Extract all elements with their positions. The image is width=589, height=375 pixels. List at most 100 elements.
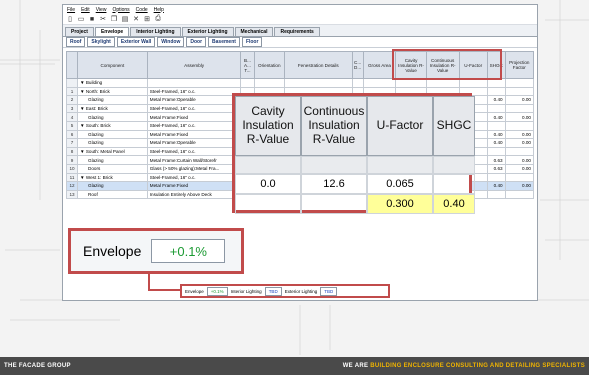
ufactor-cell[interactable] xyxy=(458,78,488,88)
tab-requirements[interactable]: Requirements xyxy=(274,27,320,36)
component-cell[interactable]: Glazing xyxy=(77,181,148,191)
table-row[interactable]: ▼ Building xyxy=(65,78,535,88)
shgc-cell[interactable]: 0.40 xyxy=(486,181,506,191)
assembly-cell[interactable]: Steel-Framed, 16" o.c. xyxy=(146,172,242,183)
floor-button[interactable]: Floor xyxy=(241,37,263,47)
col-header-orientation[interactable]: Orientation xyxy=(253,51,286,79)
component-cell[interactable]: Doors xyxy=(77,163,148,174)
shgc-cell[interactable] xyxy=(486,189,506,200)
menu-code[interactable]: Code xyxy=(136,7,148,13)
shgc-cell[interactable] xyxy=(486,146,506,157)
roof-button[interactable]: Roof xyxy=(66,37,86,47)
copy-icon[interactable]: ❐ xyxy=(110,15,118,23)
paste-icon[interactable]: ▤ xyxy=(121,15,129,23)
tab-envelope[interactable]: Envelope xyxy=(94,27,130,36)
door-button[interactable]: Door xyxy=(186,37,207,47)
shgc-cell[interactable]: 0.40 xyxy=(486,129,506,140)
menu-file[interactable]: File xyxy=(67,7,75,13)
projection-cell[interactable] xyxy=(504,120,535,131)
new-file-icon[interactable]: ▯ xyxy=(66,15,74,23)
projection-cell[interactable] xyxy=(504,189,535,200)
projection-cell[interactable] xyxy=(504,146,535,157)
component-cell[interactable]: ▼ Building xyxy=(77,78,148,88)
menu-view[interactable]: View xyxy=(96,7,107,13)
assembly-cell[interactable]: Steel-Framed, 16" o.c. xyxy=(146,146,242,157)
shgc-cell[interactable] xyxy=(486,120,506,131)
shgc-cell[interactable]: 0.40 xyxy=(486,138,506,148)
component-cell[interactable]: Roof xyxy=(77,189,148,200)
assembly-cell[interactable]: Steel-Framed, 16" o.c. xyxy=(146,120,242,131)
projection-cell[interactable]: 0.00 xyxy=(504,155,535,165)
gross-area-cell[interactable] xyxy=(362,78,397,88)
tab-project[interactable]: Project xyxy=(65,27,94,36)
projection-cell[interactable] xyxy=(504,86,535,97)
projection-cell[interactable]: 0.00 xyxy=(504,181,535,191)
component-cell[interactable]: Glazing xyxy=(77,138,148,148)
col-header-continuous[interactable]: Continuous Insulation R-Value xyxy=(425,51,460,79)
bat-cell[interactable] xyxy=(240,78,255,88)
cut-icon[interactable]: ✂ xyxy=(99,15,107,23)
component-cell[interactable]: ▼ South: Metal Panel xyxy=(77,146,148,157)
assembly-cell[interactable] xyxy=(146,78,242,88)
col-header-fenestration[interactable]: Fenestration Details xyxy=(284,51,353,79)
tab-mechanical[interactable]: Mechanical xyxy=(234,27,274,36)
assembly-cell[interactable]: Metal Frame:Operable xyxy=(146,95,242,105)
tab-interior-lighting[interactable]: Interior Lighting xyxy=(130,27,181,36)
assembly-cell[interactable]: Metal Frame:Fixed xyxy=(146,181,242,191)
assembly-cell[interactable]: Metal Frame:Fixed xyxy=(146,112,242,122)
shgc-cell[interactable] xyxy=(486,172,506,183)
component-cell[interactable]: Glazing xyxy=(77,95,148,105)
col-header-gross-area[interactable]: Gross Area xyxy=(362,51,397,79)
shgc-cell[interactable] xyxy=(486,78,506,88)
delete-icon[interactable]: ✕ xyxy=(132,15,140,23)
tab-exterior-lighting[interactable]: Exterior Lighting xyxy=(181,27,234,36)
assembly-cell[interactable]: Steel-Framed, 16" o.c. xyxy=(146,103,242,114)
assembly-cell[interactable]: Insulation Entirely Above Deck xyxy=(146,189,242,200)
projection-cell[interactable]: 0.00 xyxy=(504,129,535,140)
menu-options[interactable]: Options xyxy=(112,7,129,13)
component-cell[interactable]: ▼ West 1: Brick xyxy=(77,172,148,183)
skylight-button[interactable]: Skylight xyxy=(87,37,115,47)
component-cell[interactable]: Glazing xyxy=(77,129,148,140)
shgc-cell[interactable]: 0.40 xyxy=(486,95,506,105)
projection-cell[interactable]: 0.00 xyxy=(504,138,535,148)
assembly-cell[interactable]: Metal Frame:Operable xyxy=(146,138,242,148)
component-cell[interactable]: ▼ South: Brick xyxy=(77,120,148,131)
basement-button[interactable]: Basement xyxy=(208,37,240,47)
exterior-wall-button[interactable]: Exterior Wall xyxy=(116,37,156,47)
menu-edit[interactable]: Edit xyxy=(81,7,90,13)
menu-help[interactable]: Help xyxy=(154,7,164,13)
assembly-cell[interactable]: Glass (> 50% glazing):Metal Fra... xyxy=(146,163,242,174)
add-row-icon[interactable]: ⊞ xyxy=(143,15,151,23)
component-cell[interactable]: Glazing xyxy=(77,155,148,165)
fenestration-cell[interactable] xyxy=(284,78,353,88)
window-button[interactable]: Window xyxy=(157,37,185,47)
col-header-cavity[interactable]: Cavity Insulation R-Value xyxy=(395,51,427,79)
assembly-cell[interactable]: Metal Frame:Fixed xyxy=(146,129,242,140)
assembly-cell[interactable]: Steel-Framed, 16" o.c. xyxy=(146,86,242,97)
col-header-bat[interactable]: B... A... T... xyxy=(240,51,255,79)
col-header-component[interactable]: Component xyxy=(77,51,148,79)
component-cell[interactable]: Glazing xyxy=(77,112,148,122)
shgc-cell[interactable]: 0.63 xyxy=(486,163,506,174)
col-header-shgc[interactable]: SHGC xyxy=(486,51,506,79)
print-icon[interactable]: ⎙ xyxy=(154,15,162,23)
shgc-cell[interactable] xyxy=(486,86,506,97)
col-header-projection[interactable]: Projection Factor xyxy=(504,51,535,79)
col-header-cd[interactable]: C... D... xyxy=(351,51,364,79)
assembly-cell[interactable]: Metal Frame:Curtain Wall/Storefr xyxy=(146,155,242,165)
projection-cell[interactable]: 0.00 xyxy=(504,163,535,174)
save-icon[interactable]: ■ xyxy=(88,15,96,23)
shgc-cell[interactable] xyxy=(486,103,506,114)
projection-cell[interactable] xyxy=(504,103,535,114)
shgc-cell[interactable]: 0.40 xyxy=(486,112,506,122)
col-header-ufactor[interactable]: U-Factor xyxy=(458,51,488,79)
projection-cell[interactable] xyxy=(504,78,535,88)
projection-cell[interactable] xyxy=(504,172,535,183)
continuous-cell[interactable] xyxy=(425,78,460,88)
shgc-cell[interactable]: 0.63 xyxy=(486,155,506,165)
component-cell[interactable]: ▼ North: Brick xyxy=(77,86,148,97)
projection-cell[interactable]: 0.00 xyxy=(504,112,535,122)
cd-cell[interactable] xyxy=(351,78,364,88)
component-cell[interactable]: ▼ East: Brick xyxy=(77,103,148,114)
